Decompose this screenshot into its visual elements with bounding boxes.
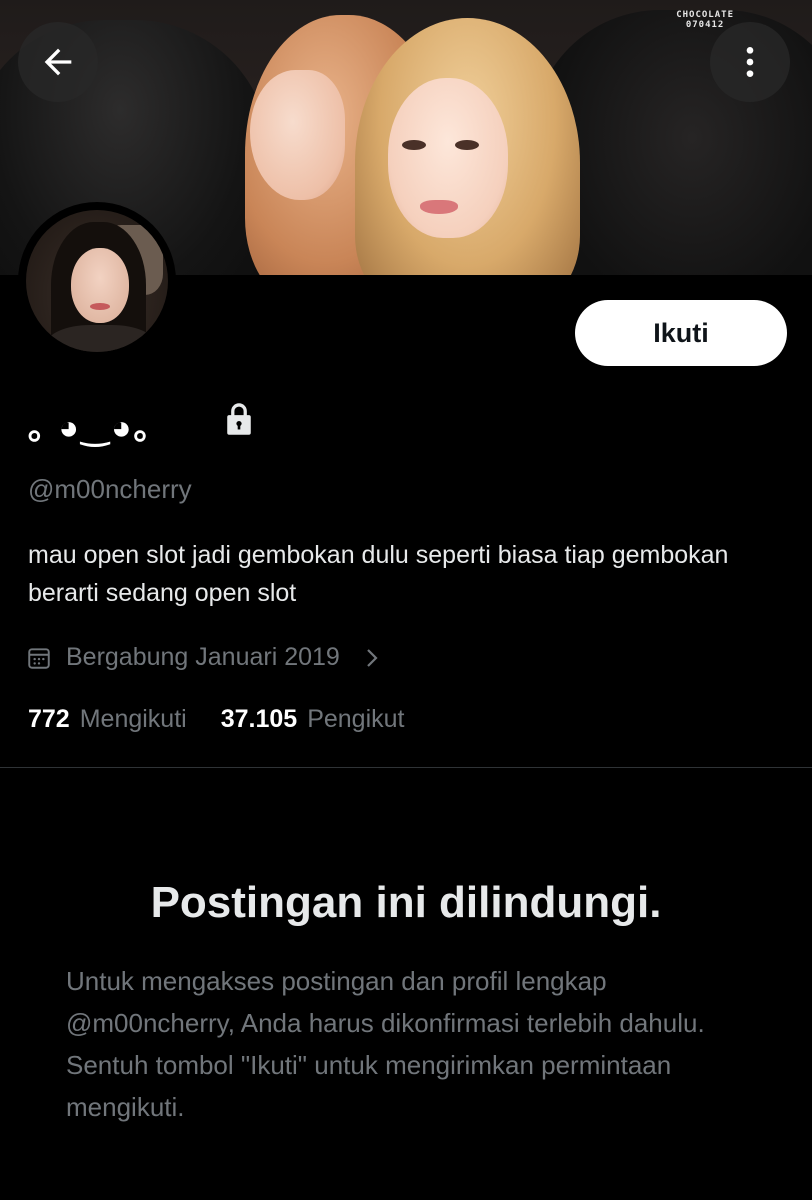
banner-lips — [420, 200, 458, 214]
more-vertical-icon — [746, 47, 754, 77]
following-stat[interactable]: 772 Mengikuti — [28, 705, 187, 734]
banner-eye-left — [402, 140, 426, 150]
joined-date-row[interactable]: Bergabung Januari 2019 — [26, 643, 382, 672]
protected-notice-body: Untuk mengakses postingan dan profil len… — [66, 966, 705, 1122]
arrow-left-icon — [44, 48, 72, 76]
follow-button[interactable]: Ikuti — [575, 300, 787, 366]
banner-watermark-line2: 070412 — [685, 20, 725, 30]
follow-stats: 772 Mengikuti 37.105 Pengikut — [28, 705, 438, 734]
banner-watermark: CHOCOLATE 070412 — [676, 10, 734, 30]
lock-icon — [227, 403, 251, 435]
joined-date-text: Bergabung Januari 2019 — [66, 643, 340, 671]
calendar-icon — [28, 647, 50, 669]
profile-avatar[interactable] — [18, 202, 176, 360]
profile-page: CHOCOLATE 070412 Ikuti ｡ ◕‿◕｡ @m00ncherr… — [0, 0, 812, 1200]
avatar-face — [71, 248, 129, 323]
banner-eye-right — [455, 140, 479, 150]
following-label: Mengikuti — [79, 705, 187, 733]
profile-handle: @m00ncherry — [28, 474, 192, 504]
section-divider — [0, 767, 812, 768]
avatar-image — [26, 210, 168, 352]
avatar-shoulder — [46, 325, 156, 352]
banner-person-front-face — [388, 78, 508, 238]
chevron-right-icon — [367, 648, 378, 667]
display-name: ｡ ◕‿◕｡ — [28, 409, 153, 447]
profile-bio: mau open slot jadi gembokan dulu seperti… — [28, 541, 729, 607]
banner-person-back-face — [250, 70, 345, 200]
followers-stat[interactable]: 37.105 Pengikut — [221, 705, 405, 734]
avatar-mouth — [90, 303, 110, 310]
back-button[interactable] — [18, 22, 98, 102]
banner-watermark-line1: CHOCOLATE — [676, 10, 734, 20]
followers-count: 37.105 — [220, 705, 298, 733]
followers-label: Pengikut — [307, 705, 405, 733]
following-count: 772 — [28, 705, 70, 733]
protected-notice-title: Postingan ini dilindungi. — [150, 878, 662, 927]
more-options-button[interactable] — [710, 22, 790, 102]
